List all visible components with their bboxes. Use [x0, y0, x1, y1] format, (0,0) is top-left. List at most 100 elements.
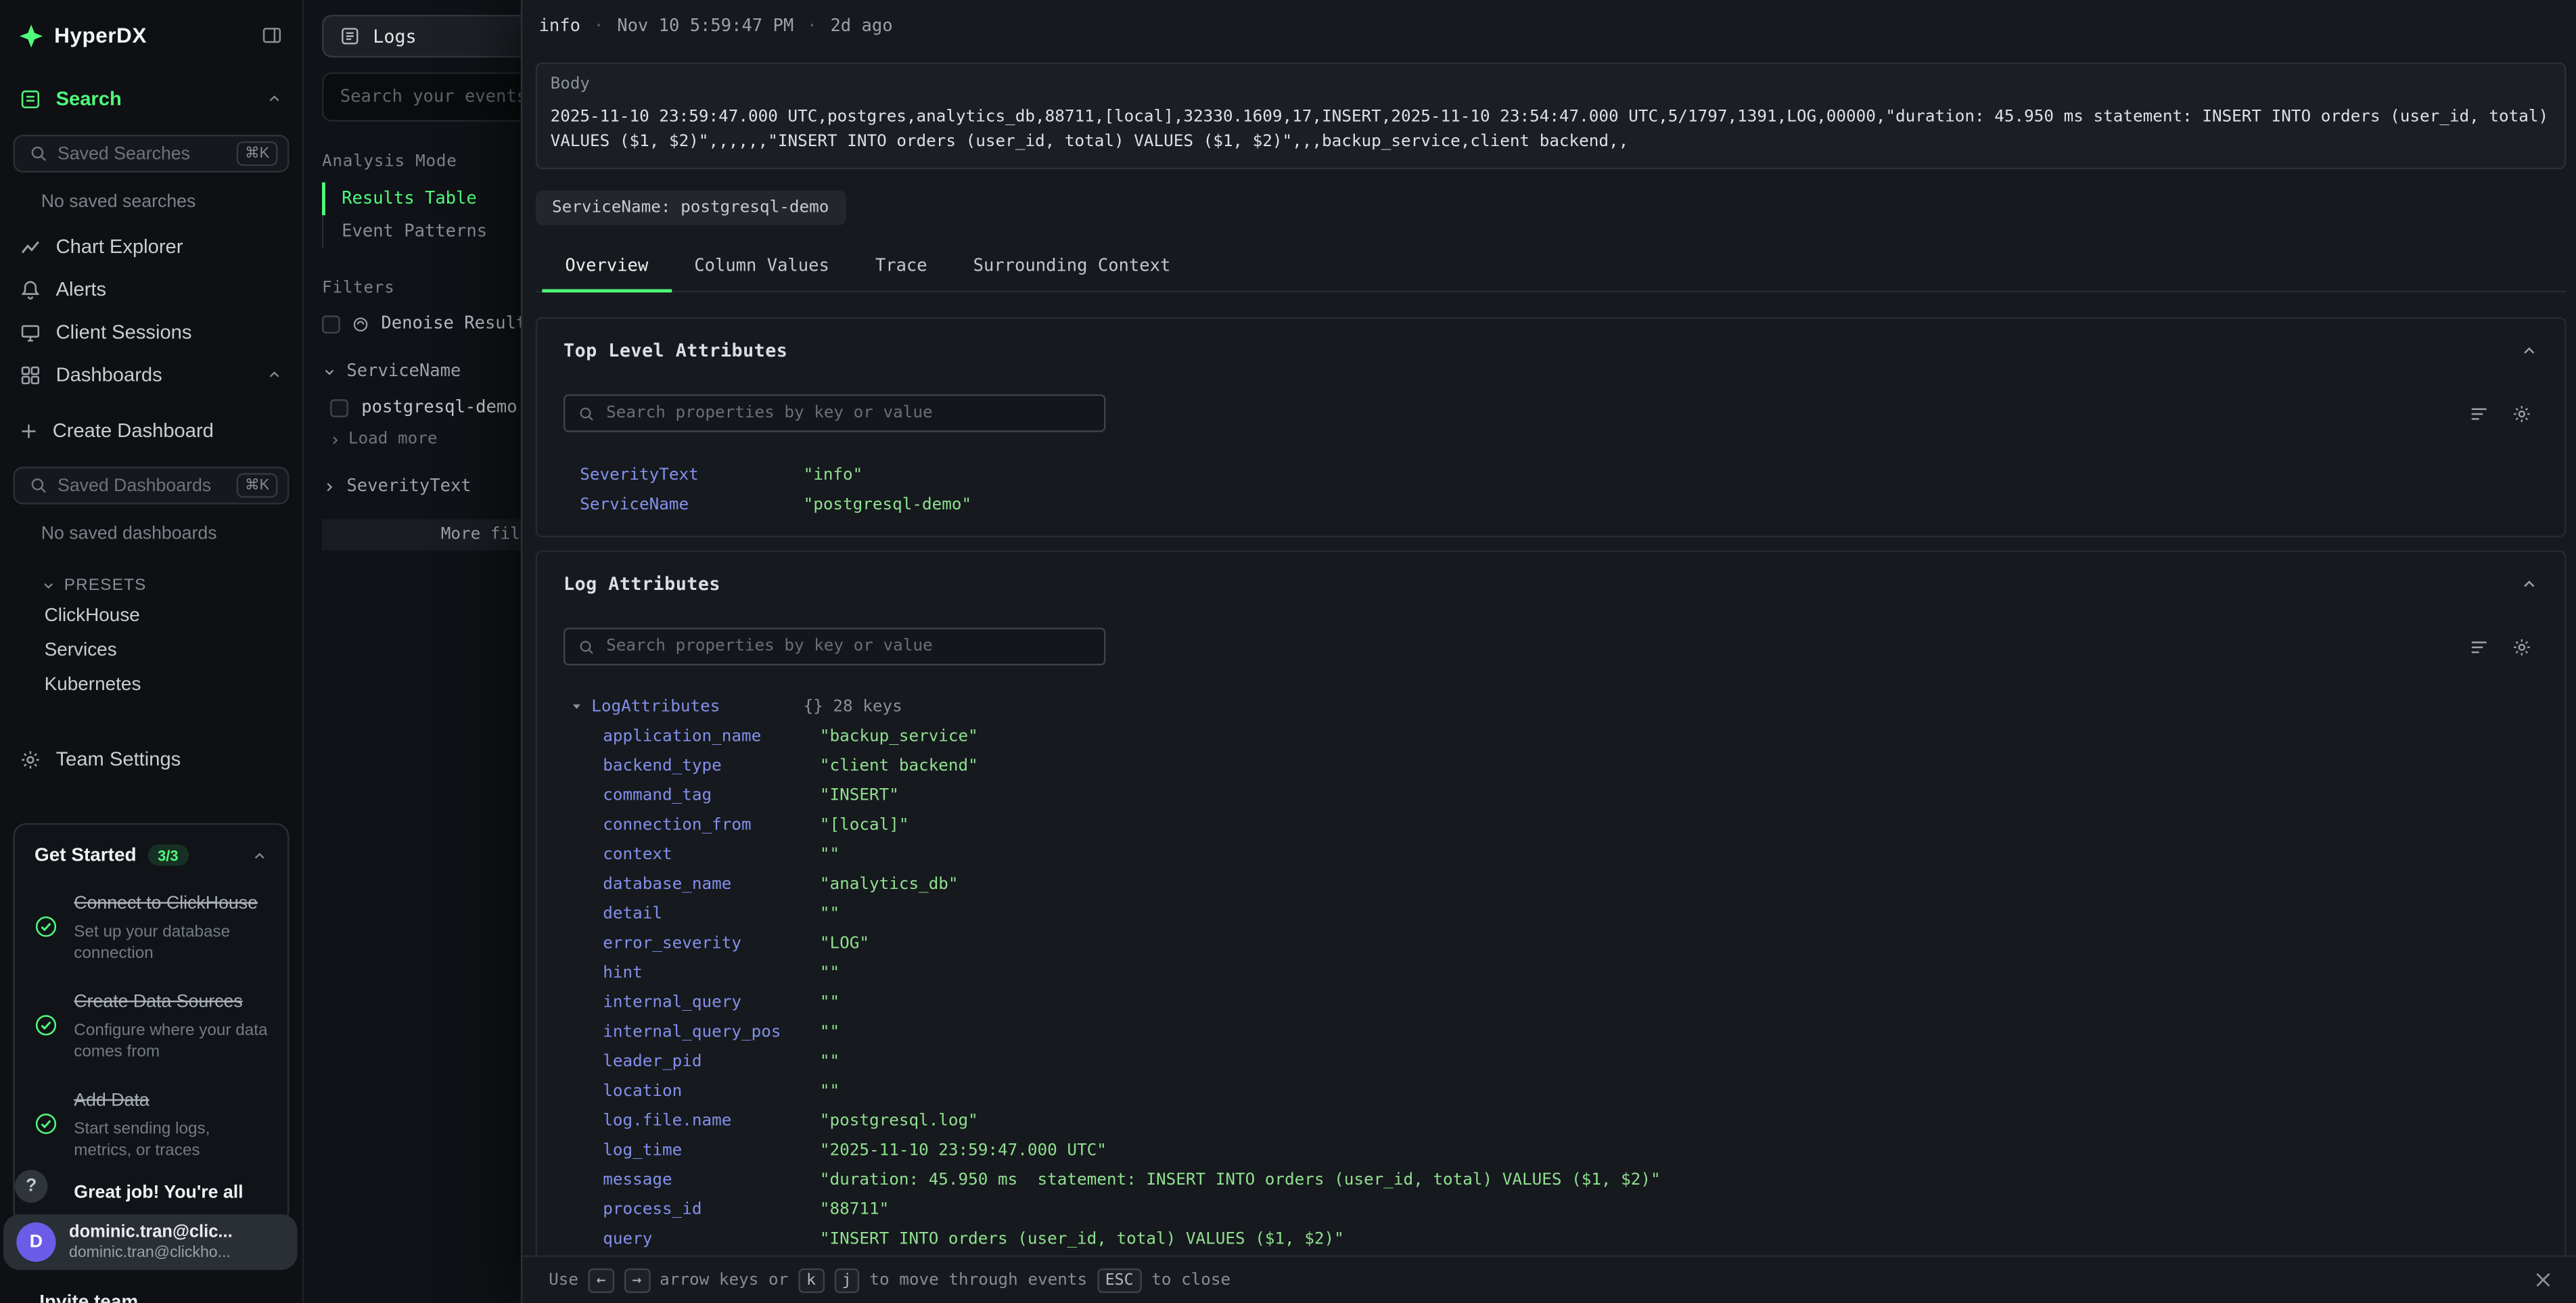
attribute-value[interactable]: "duration: 45.950 ms statement: INSERT I…: [820, 1170, 1661, 1189]
attribute-value[interactable]: "": [820, 1052, 840, 1070]
denoise-icon: [352, 315, 370, 333]
get-started-progress-badge: 3/3: [148, 844, 189, 866]
attribute-key[interactable]: internal_query_pos: [603, 1023, 820, 1041]
get-started-step-add-data[interactable]: Add Data Start sending logs, metrics, or…: [34, 1084, 268, 1162]
create-dashboard-button[interactable]: Create Dashboard: [0, 409, 302, 452]
attribute-value[interactable]: "postgresql.log": [820, 1112, 978, 1130]
attribute-value[interactable]: "": [820, 905, 840, 923]
tab-column-values[interactable]: Column Values: [671, 245, 852, 291]
attribute-value[interactable]: "": [820, 845, 840, 863]
attribute-key[interactable]: error_severity: [603, 934, 820, 953]
attribute-key[interactable]: detail: [603, 905, 820, 923]
properties-search-input[interactable]: [564, 394, 1105, 432]
sidebar-item-chart-explorer[interactable]: Chart Explorer: [0, 225, 302, 268]
attribute-value[interactable]: "info": [804, 465, 863, 484]
chevron-up-icon[interactable]: [252, 847, 268, 863]
saved-dashboards-field[interactable]: [58, 476, 227, 495]
gear-icon[interactable]: [2512, 403, 2531, 423]
attribute-row: hint"": [564, 958, 2538, 988]
attribute-key[interactable]: connection_from: [603, 816, 820, 834]
tab-trace[interactable]: Trace: [852, 245, 950, 291]
saved-searches-input[interactable]: ⌘K: [13, 135, 289, 173]
attribute-value[interactable]: "": [820, 993, 840, 1011]
attribute-value[interactable]: "2025-11-10 23:59:47.000 UTC": [820, 1141, 1107, 1160]
attribute-key[interactable]: ServiceName: [580, 495, 803, 513]
gear-icon[interactable]: [2512, 637, 2531, 656]
attribute-row: detail"": [564, 898, 2538, 928]
attribute-key[interactable]: log.file.name: [603, 1112, 820, 1130]
presets-label: PRESETS: [64, 576, 147, 595]
grid-icon: [20, 364, 41, 386]
avatar: D: [16, 1222, 55, 1262]
collapse-sidebar-icon[interactable]: [261, 24, 283, 46]
line-view-icon[interactable]: [2469, 403, 2489, 423]
attribute-key[interactable]: database_name: [603, 875, 820, 893]
attribute-value[interactable]: "INSERT INTO orders (user_id, total) VAL…: [820, 1230, 1344, 1248]
log-attributes-section: Log Attributes: [536, 551, 2567, 1272]
attribute-key[interactable]: internal_query: [603, 993, 820, 1011]
chevron-up-icon: [266, 367, 282, 383]
get-started-header[interactable]: Get Started 3/3: [34, 844, 268, 866]
attribute-key[interactable]: location: [603, 1082, 820, 1100]
filter-value-checkbox[interactable]: [330, 398, 348, 417]
properties-search-field[interactable]: [606, 637, 1090, 656]
presets-toggle[interactable]: PRESETS: [41, 576, 302, 595]
properties-search-input[interactable]: [564, 628, 1105, 666]
attribute-key[interactable]: backend_type: [603, 756, 820, 775]
get-started-step-sources[interactable]: Create Data Sources Configure where your…: [34, 986, 268, 1063]
log-attributes-root-row[interactable]: LogAttributes {} 28 keys: [564, 691, 2538, 721]
service-name-tag[interactable]: ServiceName: postgresql-demo: [536, 191, 846, 225]
chevron-up-icon[interactable]: [2520, 575, 2538, 593]
close-icon[interactable]: [2533, 1270, 2553, 1289]
preset-services[interactable]: Services: [0, 633, 302, 667]
sidebar-item-client-sessions[interactable]: Client Sessions: [0, 311, 302, 353]
attribute-value[interactable]: "LOG": [820, 934, 869, 953]
chevron-up-icon[interactable]: [2520, 342, 2538, 360]
tab-surrounding-context[interactable]: Surrounding Context: [950, 245, 1194, 291]
attribute-value[interactable]: "88711": [820, 1200, 889, 1218]
properties-search-field[interactable]: [606, 404, 1090, 422]
attribute-value[interactable]: "client backend": [820, 756, 978, 775]
user-menu[interactable]: D dominic.tran@clic... dominic.tran@clic…: [3, 1214, 298, 1271]
sidebar-item-team-settings[interactable]: Team Settings: [0, 737, 302, 780]
line-view-icon[interactable]: [2469, 637, 2489, 656]
attribute-value[interactable]: "analytics_db": [820, 875, 959, 893]
attribute-key[interactable]: leader_pid: [603, 1052, 820, 1070]
attribute-key[interactable]: query: [603, 1230, 820, 1248]
get-started-step-connect[interactable]: Connect to ClickHouse Set up your databa…: [34, 887, 268, 964]
saved-dashboards-input[interactable]: ⌘K: [13, 467, 289, 505]
attribute-value[interactable]: "": [820, 963, 840, 982]
sidebar-item-alerts[interactable]: Alerts: [0, 268, 302, 311]
attribute-row: query"INSERT INTO orders (user_id, total…: [564, 1224, 2538, 1254]
attribute-value[interactable]: "": [820, 1082, 840, 1100]
attribute-row: command_tag"INSERT": [564, 781, 2538, 810]
tab-overview[interactable]: Overview: [542, 245, 671, 291]
attribute-key[interactable]: message: [603, 1170, 820, 1189]
attribute-key[interactable]: hint: [603, 963, 820, 982]
attribute-row: process_id"88711": [564, 1195, 2538, 1225]
attribute-key[interactable]: process_id: [603, 1200, 820, 1218]
attribute-key[interactable]: application_name: [603, 727, 820, 746]
root-attribute-name[interactable]: LogAttributes: [591, 698, 720, 716]
attribute-value[interactable]: "postgresql-demo": [804, 495, 972, 513]
sidebar-item-search[interactable]: Search: [0, 77, 302, 120]
preset-kubernetes[interactable]: Kubernetes: [0, 667, 302, 702]
load-more-label: Load more: [348, 430, 438, 449]
attribute-value[interactable]: "backup_service": [820, 727, 978, 746]
attribute-value[interactable]: "[local]": [820, 816, 909, 834]
attribute-key[interactable]: command_tag: [603, 786, 820, 804]
body-text: 2025-11-10 23:59:47.000 UTC,postgres,ana…: [551, 105, 2552, 154]
preset-clickhouse[interactable]: ClickHouse: [0, 598, 302, 633]
plus-icon: [20, 421, 38, 440]
attribute-value[interactable]: "": [820, 1023, 840, 1041]
help-button[interactable]: ?: [15, 1170, 48, 1203]
search-icon: [30, 476, 48, 495]
attribute-value[interactable]: "INSERT": [820, 786, 899, 804]
saved-searches-field[interactable]: [58, 143, 227, 163]
attribute-key[interactable]: context: [603, 845, 820, 863]
sidebar-item-dashboards[interactable]: Dashboards: [0, 353, 302, 396]
attribute-key[interactable]: log_time: [603, 1141, 820, 1160]
denoise-checkbox[interactable]: [322, 315, 340, 333]
footer-text: arrow keys or: [660, 1271, 788, 1289]
attribute-key[interactable]: SeverityText: [580, 465, 803, 484]
